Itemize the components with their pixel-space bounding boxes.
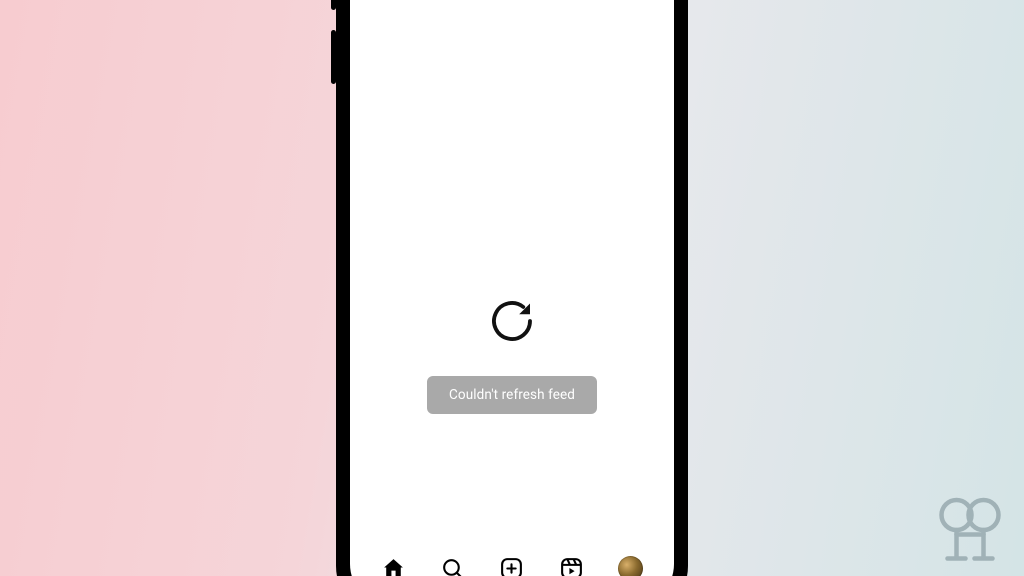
nav-profile[interactable] <box>616 554 644 576</box>
phone-side-button <box>331 0 336 10</box>
search-icon <box>440 556 465 576</box>
error-toast: Couldn't refresh feed <box>427 376 597 414</box>
reels-icon <box>559 556 584 576</box>
app-screenshot-canvas: Couldn't refresh feed <box>0 0 1024 576</box>
phone-frame: Couldn't refresh feed <box>336 0 688 576</box>
nav-home[interactable] <box>380 554 408 576</box>
avatar <box>618 556 643 576</box>
phone-side-button <box>331 30 336 84</box>
bottom-nav <box>350 544 674 576</box>
nav-reels[interactable] <box>557 554 585 576</box>
error-toast-text: Couldn't refresh feed <box>449 387 575 403</box>
nav-create[interactable] <box>498 554 526 576</box>
feed-empty-state: Couldn't refresh feed <box>350 0 674 544</box>
watermark-icon <box>934 494 1006 566</box>
plus-square-icon <box>499 556 524 576</box>
home-icon <box>381 556 406 576</box>
nav-search[interactable] <box>439 554 467 576</box>
phone-screen: Couldn't refresh feed <box>350 0 674 576</box>
refresh-icon[interactable] <box>485 294 539 348</box>
